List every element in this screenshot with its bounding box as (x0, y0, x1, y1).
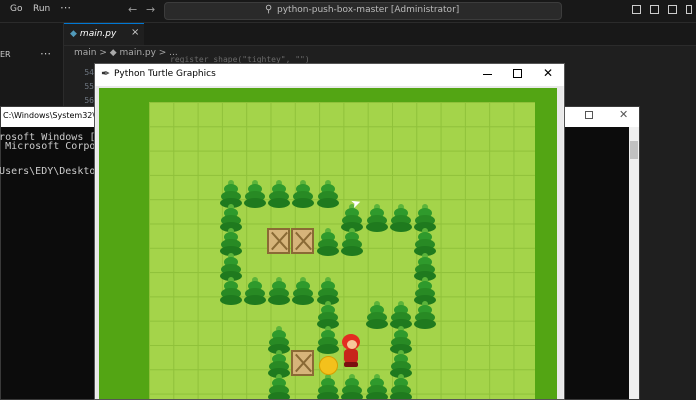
more-icon[interactable]: ⋯ (60, 1, 71, 14)
tree-sprite (389, 204, 413, 234)
forward-arrow-icon[interactable]: → (146, 3, 155, 16)
toggle-secondary-sidebar-icon[interactable] (668, 5, 677, 14)
turtle-title: Python Turtle Graphics (114, 69, 216, 79)
toggle-panel-icon[interactable] (650, 5, 659, 14)
editor-tabs (64, 23, 696, 46)
turtle-canvas[interactable] (96, 86, 563, 399)
scrollbar[interactable] (629, 127, 639, 399)
search-icon: ⚲ (265, 4, 273, 15)
minimize-icon[interactable] (483, 74, 492, 75)
more-icon[interactable]: ⋯ (40, 47, 51, 60)
tree-sprite (365, 204, 389, 234)
feather-icon: ✒ (101, 67, 111, 80)
menu-go[interactable]: Go (10, 4, 22, 14)
turtle-title-bar[interactable]: ✒ Python Turtle Graphics ✕ (95, 64, 564, 86)
tab-label: ◆ main.py (70, 29, 117, 39)
tree-sprite (291, 277, 315, 307)
back-arrow-icon[interactable]: ← (128, 3, 137, 16)
tree-sprite (340, 374, 364, 399)
tree-sprite (219, 277, 243, 307)
tab-main-py[interactable]: ◆ main.py × (64, 23, 144, 45)
close-icon[interactable]: × (131, 27, 139, 38)
close-icon[interactable]: ✕ (619, 108, 628, 121)
customize-layout-icon[interactable] (686, 5, 692, 14)
tree-sprite (365, 301, 389, 331)
turtle-window: ✒ Python Turtle Graphics ✕ (94, 63, 565, 400)
crate-sprite (267, 228, 290, 254)
tree-sprite (291, 180, 315, 210)
crate-sprite (291, 350, 314, 376)
crate-sprite (291, 228, 314, 254)
maximize-icon[interactable] (513, 69, 522, 78)
vscode-title-bar: Go Run ⋯ ← → ⚲ python-push-box-master [A… (0, 0, 696, 23)
maximize-icon[interactable] (585, 111, 593, 119)
search-text: python-push-box-master [Administrator] (277, 5, 460, 15)
sidebar-header: ER (0, 50, 11, 59)
line-numbers: 54 55 56 (84, 68, 94, 105)
tree-sprite (316, 180, 340, 210)
tree-sprite (243, 180, 267, 210)
tree-sprite (316, 326, 340, 356)
toggle-sidebar-icon[interactable] (632, 5, 641, 14)
tree-sprite (243, 277, 267, 307)
target-spot (319, 356, 338, 375)
python-file-icon: ◆ (70, 29, 77, 39)
breadcrumb[interactable]: main > ◆ main.py > ... (74, 48, 178, 58)
scrollbar-thumb[interactable] (630, 141, 638, 159)
tree-sprite (267, 180, 291, 210)
tree-sprite (340, 228, 364, 258)
tree-sprite (267, 374, 291, 399)
game-board (99, 88, 557, 399)
tree-sprite (316, 374, 340, 399)
command-center-search[interactable]: ⚲ python-push-box-master [Administrator] (164, 2, 562, 20)
tree-sprite (365, 374, 389, 399)
game-field (149, 102, 535, 399)
tree-sprite (413, 301, 437, 331)
tree-sprite (389, 374, 413, 399)
tree-sprite (267, 277, 291, 307)
tree-sprite (316, 228, 340, 258)
player-sprite (340, 334, 362, 368)
close-icon[interactable]: ✕ (543, 66, 553, 80)
menu-run[interactable]: Run (33, 4, 50, 14)
